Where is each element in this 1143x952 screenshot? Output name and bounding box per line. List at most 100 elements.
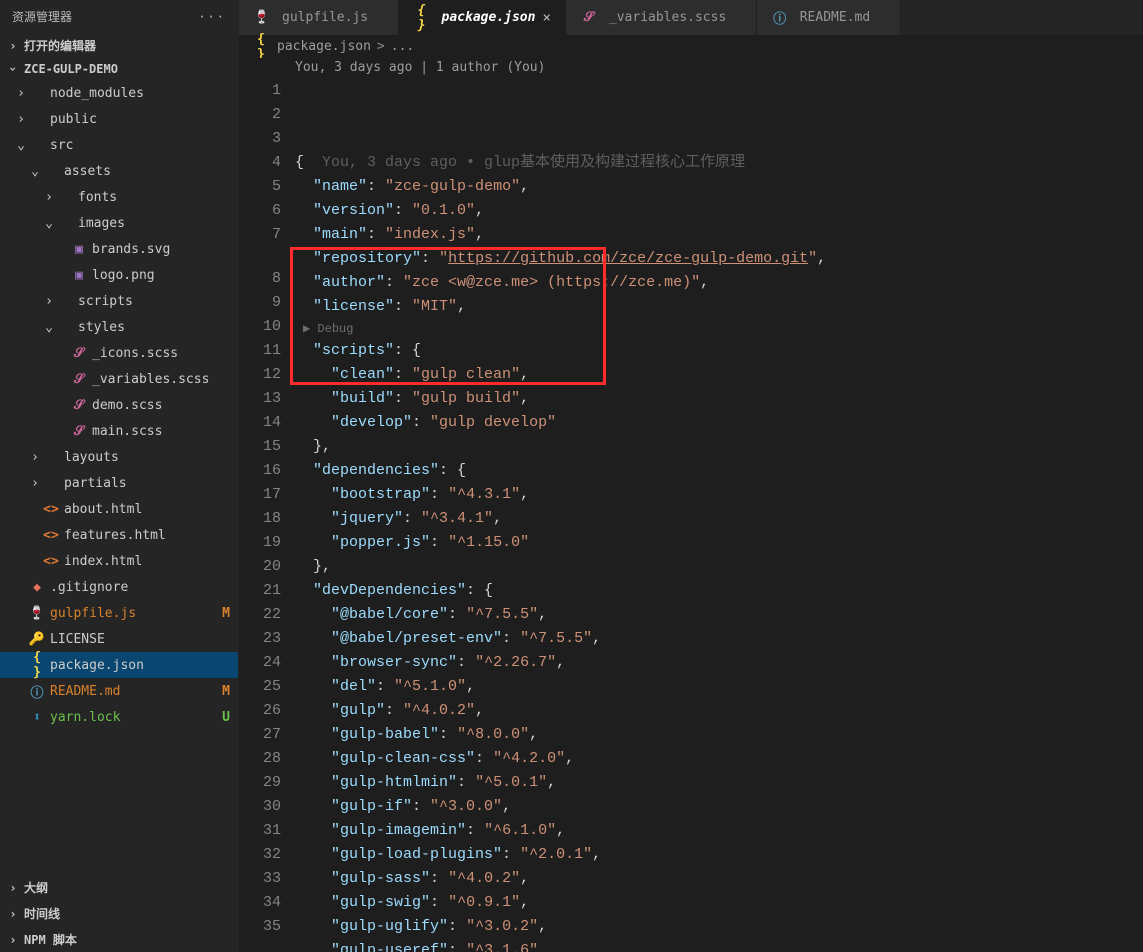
code-line-6[interactable]: "author": "zce <w@zce.me> (https://zce.m…	[295, 271, 1143, 295]
line-number: 24	[239, 651, 281, 675]
code-line-3[interactable]: "version": "0.1.0",	[295, 199, 1143, 223]
line-number: 34	[239, 891, 281, 915]
chevron-right-icon: ›	[28, 450, 42, 465]
tree-item-logo.png[interactable]: ▣logo.png	[0, 262, 238, 288]
line-number: 19	[239, 531, 281, 555]
tree-item-scripts[interactable]: ›scripts	[0, 288, 238, 314]
npm-scripts-label: NPM 脚本	[24, 931, 77, 948]
tree-item-package.json[interactable]: { }package.json	[0, 652, 238, 678]
code-line-12[interactable]: },	[295, 435, 1143, 459]
code-line-18[interactable]: "devDependencies": {	[295, 579, 1143, 603]
line-number: 13	[239, 387, 281, 411]
json-icon: { }	[28, 650, 46, 680]
close-icon[interactable]: ×	[542, 10, 550, 26]
code-area[interactable]: {You, 3 days ago • glup基本使用及构建过程核心工作原理 "…	[295, 79, 1143, 952]
line-number: 33	[239, 867, 281, 891]
code-line-15[interactable]: "jquery": "^3.4.1",	[295, 507, 1143, 531]
code-line-14[interactable]: "bootstrap": "^4.3.1",	[295, 483, 1143, 507]
tree-item-.gitignore[interactable]: ◆.gitignore	[0, 574, 238, 600]
tree-label: brands.svg	[92, 242, 230, 257]
tree-item-README.md[interactable]: ⓘREADME.mdM	[0, 678, 238, 704]
code-line-21[interactable]: "browser-sync": "^2.26.7",	[295, 651, 1143, 675]
code-line-1[interactable]: {You, 3 days ago • glup基本使用及构建过程核心工作原理	[295, 151, 1143, 175]
breadcrumb-file: package.json	[277, 39, 371, 54]
tab-_variables.scss[interactable]: 𝒮_variables.scss×	[566, 0, 757, 35]
code-line-8[interactable]: "scripts": {	[295, 339, 1143, 363]
code-line-5[interactable]: "repository": "https://github.com/zce/zc…	[295, 247, 1143, 271]
open-editors-section[interactable]: › 打开的编辑器	[0, 33, 238, 58]
code-line-7[interactable]: "license": "MIT",	[295, 295, 1143, 319]
tree-label: .gitignore	[50, 580, 230, 595]
tree-item-node_modules[interactable]: ›node_modules	[0, 80, 238, 106]
chevron-right-icon: ›	[6, 933, 20, 947]
code-line-28[interactable]: "gulp-imagemin": "^6.1.0",	[295, 819, 1143, 843]
code-line-31[interactable]: "gulp-swig": "^0.9.1",	[295, 891, 1143, 915]
tree-item-gulpfile.js[interactable]: 🍷gulpfile.jsM	[0, 600, 238, 626]
tree-item-index.html[interactable]: <>index.html	[0, 548, 238, 574]
code-line-26[interactable]: "gulp-htmlmin": "^5.0.1",	[295, 771, 1143, 795]
tree-item-assets[interactable]: ⌄assets	[0, 158, 238, 184]
tree-label: gulpfile.js	[50, 606, 216, 621]
tree-item-styles[interactable]: ⌄styles	[0, 314, 238, 340]
code-line-17[interactable]: },	[295, 555, 1143, 579]
code-line-11[interactable]: "develop": "gulp develop"	[295, 411, 1143, 435]
code-line-4[interactable]: "main": "index.js",	[295, 223, 1143, 247]
tab-bar: 🍷gulpfile.js×{ }package.json×𝒮_variables…	[239, 0, 1143, 35]
code-line-13[interactable]: "dependencies": {	[295, 459, 1143, 483]
code-line-16[interactable]: "popper.js": "^1.15.0"	[295, 531, 1143, 555]
code-line-2[interactable]: "name": "zce-gulp-demo",	[295, 175, 1143, 199]
tree-item-layouts[interactable]: ›layouts	[0, 444, 238, 470]
line-number: 18	[239, 507, 281, 531]
lic-icon: 🔑	[28, 632, 46, 647]
breadcrumb[interactable]: { } package.json > ...	[239, 35, 1143, 58]
tab-label: _variables.scss	[609, 10, 726, 25]
tree-label: demo.scss	[92, 398, 230, 413]
tree-item-brands.svg[interactable]: ▣ brands.svg	[0, 236, 238, 262]
tree-item-features.html[interactable]: <>features.html	[0, 522, 238, 548]
line-number: 10	[239, 315, 281, 339]
code-line-24[interactable]: "gulp-babel": "^8.0.0",	[295, 723, 1143, 747]
tree-item-images[interactable]: ⌄images	[0, 210, 238, 236]
code-line-9[interactable]: "clean": "gulp clean",	[295, 363, 1143, 387]
tree-item-main.scss[interactable]: 𝒮main.scss	[0, 418, 238, 444]
code-line-10[interactable]: "build": "gulp build",	[295, 387, 1143, 411]
code-line-29[interactable]: "gulp-load-plugins": "^2.0.1",	[295, 843, 1143, 867]
bottom-sections: › 大纲 › 时间线 › NPM 脚本	[0, 874, 238, 952]
img-icon: ▣	[70, 242, 88, 257]
code-line-23[interactable]: "gulp": "^4.0.2",	[295, 699, 1143, 723]
tree-item-fonts[interactable]: ›fonts	[0, 184, 238, 210]
code-line-30[interactable]: "gulp-sass": "^4.0.2",	[295, 867, 1143, 891]
line-number: 20	[239, 555, 281, 579]
tree-item-public[interactable]: ›public	[0, 106, 238, 132]
tab-gulpfile.js[interactable]: 🍷gulpfile.js×	[239, 0, 399, 35]
tree-item-about.html[interactable]: <>about.html	[0, 496, 238, 522]
tree-item-_icons.scss[interactable]: 𝒮_icons.scss	[0, 340, 238, 366]
project-label: ZCE-GULP-DEMO	[24, 62, 118, 76]
timeline-section[interactable]: › 时间线	[0, 900, 238, 926]
debug-codelens[interactable]: ▶ Debug	[295, 319, 1143, 339]
outline-section[interactable]: › 大纲	[0, 874, 238, 900]
project-section[interactable]: › ZCE-GULP-DEMO	[0, 58, 238, 80]
chevron-right-icon: ›	[6, 39, 20, 53]
tree-item-yarn.lock[interactable]: ⬍yarn.lockU	[0, 704, 238, 730]
code-line-25[interactable]: "gulp-clean-css": "^4.2.0",	[295, 747, 1143, 771]
tree-label: public	[50, 112, 230, 127]
tree-item-src[interactable]: ⌄src	[0, 132, 238, 158]
code-line-19[interactable]: "@babel/core": "^7.5.5",	[295, 603, 1143, 627]
code-line-33[interactable]: "gulp-useref": "^3.1.6"	[295, 939, 1143, 952]
tab-README.md[interactable]: ⓘREADME.md×	[757, 0, 901, 35]
code-line-22[interactable]: "del": "^5.1.0",	[295, 675, 1143, 699]
tree-item-_variables.scss[interactable]: 𝒮_variables.scss	[0, 366, 238, 392]
tree-item-partials[interactable]: ›partials	[0, 470, 238, 496]
tree-item-LICENSE[interactable]: 🔑LICENSE	[0, 626, 238, 652]
code-line-32[interactable]: "gulp-uglify": "^3.0.2",	[295, 915, 1143, 939]
code-line-27[interactable]: "gulp-if": "^3.0.0",	[295, 795, 1143, 819]
more-icon[interactable]: ···	[198, 10, 226, 24]
chevron-right-icon: ›	[6, 881, 20, 895]
line-number: 30	[239, 795, 281, 819]
code-editor[interactable]: 1234567 89101112131415161718192021222324…	[239, 79, 1143, 952]
npm-scripts-section[interactable]: › NPM 脚本	[0, 926, 238, 952]
code-line-20[interactable]: "@babel/preset-env": "^7.5.5",	[295, 627, 1143, 651]
tree-item-demo.scss[interactable]: 𝒮demo.scss	[0, 392, 238, 418]
tab-package.json[interactable]: { }package.json×	[399, 0, 566, 35]
